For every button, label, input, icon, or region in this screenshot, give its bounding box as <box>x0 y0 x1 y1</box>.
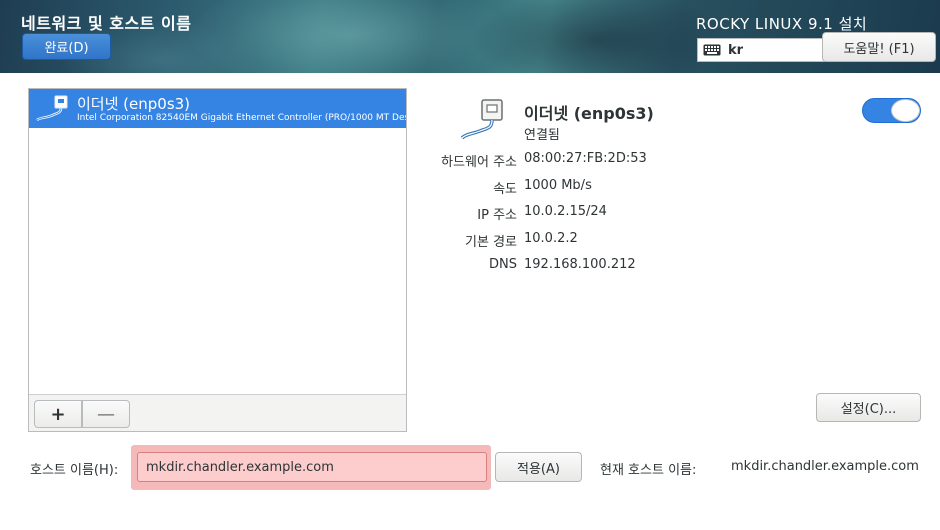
current-hostname-value: mkdir.chandler.example.com <box>731 459 919 474</box>
device-list-toolbar: + — <box>29 394 406 431</box>
device-list-item-description: Intel Corporation 82540EM Gigabit Ethern… <box>77 113 406 123</box>
hostname-input[interactable] <box>137 452 487 482</box>
info-label: 기본 경로 <box>465 235 517 250</box>
toggle-knob <box>891 99 920 122</box>
banner-texture <box>190 0 510 73</box>
apply-hostname-button[interactable]: 적용(A) <box>495 452 582 482</box>
device-detail-status: 연결됨 <box>524 128 560 143</box>
device-detail-name: 이더넷 (enp0s3) <box>524 104 654 123</box>
info-value: 10.0.2.15/24 <box>524 204 607 219</box>
info-label: 속도 <box>493 182 517 197</box>
info-value: 08:00:27:FB:2D:53 <box>524 151 647 166</box>
info-value: 10.0.2.2 <box>524 231 578 246</box>
keyboard-layout-indicator[interactable]: kr <box>697 38 825 62</box>
help-button[interactable]: 도움말! (F1) <box>822 32 936 62</box>
hostname-label: 호스트 이름(H): <box>30 463 119 478</box>
remove-device-button[interactable]: — <box>82 400 130 428</box>
info-row-hardware-address: 하드웨어 주소 08:00:27:FB:2D:53 <box>300 151 920 170</box>
configure-button[interactable]: 설정(C)... <box>816 393 921 422</box>
network-wired-icon <box>458 98 514 146</box>
product-title: ROCKY LINUX 9.1 설치 <box>696 15 868 33</box>
info-value: 1000 Mb/s <box>524 178 592 193</box>
info-label: IP 주소 <box>477 208 517 223</box>
info-row-speed: 속도 1000 Mb/s <box>300 178 920 197</box>
add-device-button[interactable]: + <box>34 400 82 428</box>
info-label: DNS <box>489 257 517 272</box>
current-hostname-label: 현재 호스트 이름: <box>600 463 697 478</box>
device-list-item-name: 이더넷 (enp0s3) <box>77 95 191 113</box>
banner-texture <box>470 0 730 73</box>
done-button[interactable]: 완료(D) <box>22 33 111 60</box>
keyboard-layout-label: kr <box>728 42 744 58</box>
info-row-default-route: 기본 경로 10.0.2.2 <box>300 231 920 250</box>
network-wired-icon <box>35 95 69 127</box>
device-list-item[interactable]: 이더넷 (enp0s3) Intel Corporation 82540EM G… <box>29 89 406 128</box>
page-title: 네트워크 및 호스트 이름 <box>21 14 192 33</box>
keyboard-icon <box>703 44 721 56</box>
info-label: 하드웨어 주소 <box>441 155 517 170</box>
device-enable-toggle[interactable] <box>862 98 921 123</box>
info-row-ip-address: IP 주소 10.0.2.15/24 <box>300 204 920 223</box>
info-row-dns: DNS 192.168.100.212 <box>300 257 920 275</box>
info-value: 192.168.100.212 <box>524 257 636 272</box>
